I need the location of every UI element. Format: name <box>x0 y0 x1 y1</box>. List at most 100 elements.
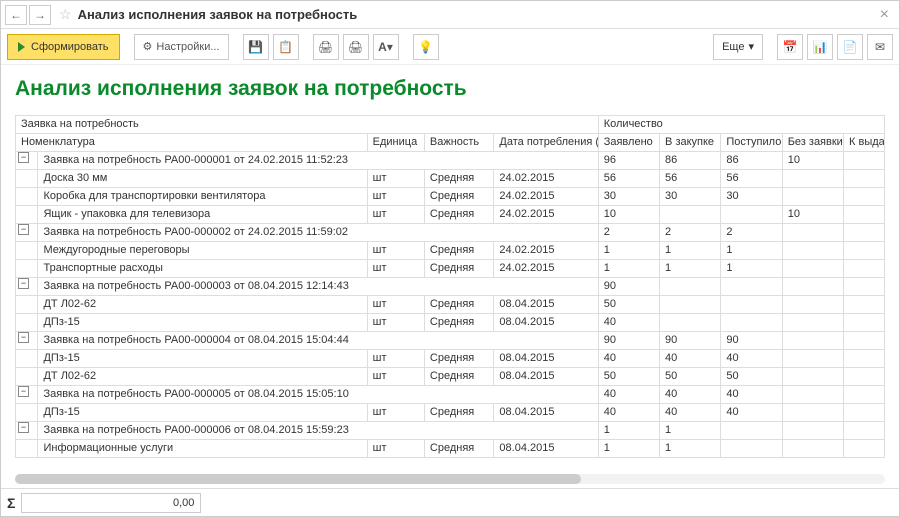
cell-noreq <box>782 422 843 440</box>
cell-nom: Информационные услуги <box>38 440 367 458</box>
table-row[interactable]: Ящик - упаковка для телевизораштСредняя2… <box>16 206 885 224</box>
table-row[interactable]: Коробка для транспортировки вентилятораш… <box>16 188 885 206</box>
cell-date: 08.04.2015 <box>494 314 598 332</box>
cell-received: 30 <box>721 188 782 206</box>
cell-nom: Коробка для транспортировки вентилятора <box>38 188 367 206</box>
header-received: Поступило <box>721 134 782 152</box>
mail-button[interactable]: ✉ <box>867 34 893 60</box>
cell-declared: 2 <box>598 224 659 242</box>
group-title: Заявка на потребность РА00-000006 от 08.… <box>38 422 598 440</box>
header-date: Дата потребления (план) <box>494 134 598 152</box>
settings-button[interactable]: ⚙ Настройки... <box>134 34 229 60</box>
group-row[interactable]: −Заявка на потребность РА00-000004 от 08… <box>16 332 885 350</box>
forward-button[interactable]: → <box>29 5 51 25</box>
more-button[interactable]: Еще ▾ <box>713 34 763 60</box>
period-button[interactable]: 📅 <box>777 34 803 60</box>
cell-declared: 1 <box>598 260 659 278</box>
print-button[interactable]: 🖨 <box>313 34 339 60</box>
cell-noreq <box>782 260 843 278</box>
table-row[interactable]: Информационные услугиштСредняя08.04.2015… <box>16 440 885 458</box>
cell-noreq <box>782 332 843 350</box>
scrollbar-thumb[interactable] <box>15 474 581 484</box>
cell-unit: шт <box>367 350 424 368</box>
export-button[interactable]: 📄 <box>837 34 863 60</box>
group-row[interactable]: −Заявка на потребность РА00-000006 от 08… <box>16 422 885 440</box>
table-row[interactable]: Междугородные переговорыштСредняя24.02.2… <box>16 242 885 260</box>
cell-received <box>721 296 782 314</box>
cell-date: 08.04.2015 <box>494 296 598 314</box>
header-nom: Номенклатура <box>16 134 368 152</box>
cell-inpurch <box>660 278 721 296</box>
header-declared: Заявлено <box>598 134 659 152</box>
header-inpurch: В закупке <box>660 134 721 152</box>
close-button[interactable]: × <box>874 6 895 24</box>
variant-select-button[interactable]: 📋 <box>273 34 299 60</box>
cell-imp: Средняя <box>424 188 494 206</box>
cell-inpurch <box>660 314 721 332</box>
cell-nom: Транспортные расходы <box>38 260 367 278</box>
group-row[interactable]: −Заявка на потребность РА00-000001 от 24… <box>16 152 885 170</box>
cell-unit: шт <box>367 296 424 314</box>
sum-field[interactable]: 0,00 <box>21 493 201 513</box>
cell-received: 40 <box>721 386 782 404</box>
form-report-button[interactable]: Сформировать <box>7 34 120 60</box>
header-unit: Единица <box>367 134 424 152</box>
collapse-icon[interactable]: − <box>18 422 29 433</box>
group-row[interactable]: −Заявка на потребность РА00-000003 от 08… <box>16 278 885 296</box>
help-button[interactable]: 💡 <box>413 34 439 60</box>
collapse-icon[interactable]: − <box>18 278 29 289</box>
cell-toissue <box>844 188 885 206</box>
table-row[interactable]: ДПз-15штСредняя08.04.2015404040 <box>16 350 885 368</box>
cell-declared: 90 <box>598 332 659 350</box>
table-row[interactable]: Доска 30 ммштСредняя24.02.2015565656 <box>16 170 885 188</box>
report-area[interactable]: Анализ исполнения заявок на потребность … <box>1 65 899 488</box>
cell-inpurch: 2 <box>660 224 721 242</box>
table-row[interactable]: ДПз-15штСредняя08.04.201540 <box>16 314 885 332</box>
cell-date: 08.04.2015 <box>494 368 598 386</box>
statusbar: Σ 0,00 <box>1 488 899 516</box>
group-title: Заявка на потребность РА00-000003 от 08.… <box>38 278 598 296</box>
collapse-icon[interactable]: − <box>18 386 29 397</box>
font-button[interactable]: A▾ <box>373 34 399 60</box>
horizontal-scrollbar[interactable] <box>15 474 885 484</box>
sum-value: 0,00 <box>173 497 194 509</box>
cell-toissue <box>844 170 885 188</box>
table-row[interactable]: ДТ Л02-62штСредняя08.04.201550 <box>16 296 885 314</box>
cell-inpurch: 40 <box>660 350 721 368</box>
cell-inpurch <box>660 206 721 224</box>
favorite-star-icon[interactable]: ☆ <box>59 6 72 23</box>
chart-button[interactable]: 📊 <box>807 34 833 60</box>
cell-toissue <box>844 440 885 458</box>
cell-toissue <box>844 350 885 368</box>
chevron-down-icon: ▾ <box>748 40 754 53</box>
cell-date: 24.02.2015 <box>494 170 598 188</box>
report-table: Заявка на потребность Количество Номенкл… <box>15 115 885 458</box>
collapse-icon[interactable]: − <box>18 332 29 343</box>
cell-noreq <box>782 188 843 206</box>
cell-toissue <box>844 278 885 296</box>
cell-toissue <box>844 422 885 440</box>
cell-unit: шт <box>367 170 424 188</box>
cell-received: 90 <box>721 332 782 350</box>
toolbar: Сформировать ⚙ Настройки... 💾 📋 🖨 🖨 A▾ 💡… <box>1 29 899 65</box>
back-button[interactable]: ← <box>5 5 27 25</box>
cell-declared: 1 <box>598 440 659 458</box>
table-row[interactable]: ДТ Л02-62штСредняя08.04.2015505050 <box>16 368 885 386</box>
cell-imp: Средняя <box>424 206 494 224</box>
table-row[interactable]: ДПз-15штСредняя08.04.2015404040 <box>16 404 885 422</box>
cell-declared: 40 <box>598 386 659 404</box>
cell-nom: ДПз-15 <box>38 350 367 368</box>
cell-received: 56 <box>721 170 782 188</box>
cell-noreq <box>782 296 843 314</box>
variant-save-button[interactable]: 💾 <box>243 34 269 60</box>
group-row[interactable]: −Заявка на потребность РА00-000002 от 24… <box>16 224 885 242</box>
cell-imp: Средняя <box>424 296 494 314</box>
collapse-icon[interactable]: − <box>18 224 29 235</box>
cell-imp: Средняя <box>424 260 494 278</box>
cell-imp: Средняя <box>424 404 494 422</box>
cell-noreq <box>782 440 843 458</box>
print-preview-button[interactable]: 🖨 <box>343 34 369 60</box>
collapse-icon[interactable]: − <box>18 152 29 163</box>
group-row[interactable]: −Заявка на потребность РА00-000005 от 08… <box>16 386 885 404</box>
table-row[interactable]: Транспортные расходыштСредняя24.02.20151… <box>16 260 885 278</box>
